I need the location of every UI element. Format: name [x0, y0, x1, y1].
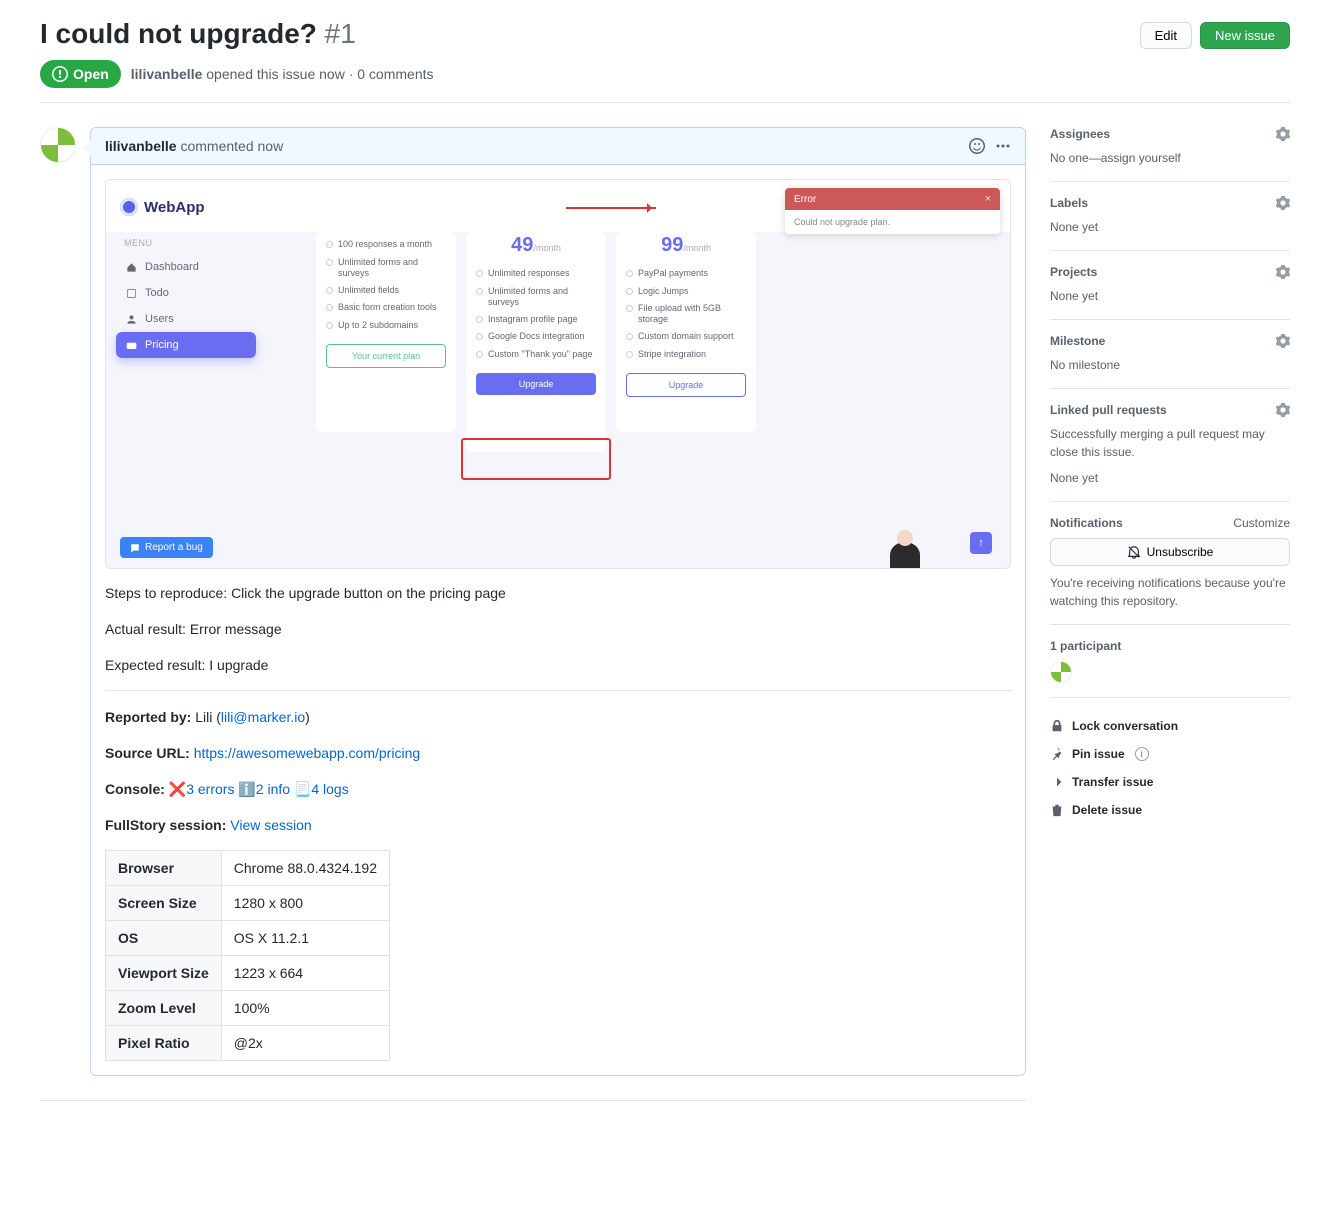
pin-issue-action[interactable]: Pin issue i [1050, 740, 1290, 768]
console-line: Console: ❌3 errors ℹ️2 info 📃4 logs [105, 779, 1011, 801]
gear-icon[interactable] [1276, 403, 1290, 417]
bell-slash-icon [1127, 545, 1141, 559]
assignees-value: No one—assign yourself [1050, 149, 1290, 167]
reported-by: Reported by: Lili (lili@marker.io) [105, 707, 1011, 729]
source-url-link[interactable]: https://awesomewebapp.com/pricing [194, 745, 420, 761]
source-url: Source URL: https://awesomewebapp.com/pr… [105, 743, 1011, 765]
report-bug-button: Report a bug [120, 537, 213, 558]
fullstory-link[interactable]: View session [230, 817, 311, 833]
state-badge: Open [40, 60, 121, 88]
lock-conversation-action[interactable]: Lock conversation [1050, 712, 1290, 740]
app-logo: WebApp [120, 198, 205, 216]
attached-screenshot[interactable]: WebApp Error× Could not upgrade plan. ME… [105, 179, 1011, 569]
participant-avatar[interactable] [1050, 661, 1072, 683]
pin-icon [1050, 747, 1064, 761]
trash-icon [1050, 803, 1064, 817]
unsubscribe-button[interactable]: Unsubscribe [1050, 538, 1290, 566]
console-info-link[interactable]: 2 info [256, 781, 290, 797]
steps-text: Steps to reproduce: Click the upgrade bu… [105, 583, 1011, 605]
lock-icon [1050, 719, 1064, 733]
milestone-value: No milestone [1050, 356, 1290, 374]
notifications-customize-link[interactable]: Customize [1233, 516, 1290, 530]
issue-meta: lilivanbelle opened this issue now · 0 c… [131, 66, 434, 82]
projects-value: None yet [1050, 287, 1290, 305]
assign-yourself-link[interactable]: assign yourself [1101, 151, 1181, 165]
author-link[interactable]: lilivanbelle [131, 66, 203, 82]
reported-email-link[interactable]: lili@marker.io [221, 709, 305, 725]
info-icon: i [1135, 747, 1149, 761]
delete-issue-action[interactable]: Delete issue [1050, 796, 1290, 824]
labels-header[interactable]: Labels [1050, 196, 1290, 210]
console-errors-link[interactable]: 3 errors [186, 781, 234, 797]
linked-pr-header[interactable]: Linked pull requests [1050, 403, 1290, 417]
new-issue-button[interactable]: New issue [1200, 22, 1290, 49]
expected-text: Expected result: I upgrade [105, 655, 1011, 677]
avatar[interactable] [40, 127, 76, 163]
plan-card: 100 responses a month Unlimited forms an… [316, 232, 456, 432]
issue-number: #1 [325, 18, 356, 49]
notifications-header: Notifications Customize [1050, 516, 1290, 530]
linked-pr-value: None yet [1050, 469, 1290, 487]
milestone-header[interactable]: Milestone [1050, 334, 1290, 348]
gear-icon[interactable] [1276, 127, 1290, 141]
transfer-issue-action[interactable]: Transfer issue [1050, 768, 1290, 796]
gear-icon[interactable] [1276, 265, 1290, 279]
plan-card: 49/month Unlimited responses Unlimited f… [466, 232, 606, 452]
kebab-icon[interactable] [995, 138, 1011, 154]
labels-value: None yet [1050, 218, 1290, 236]
comment-box: lilivanbelle commented now WebApp [90, 127, 1026, 1076]
issue-title: I could not upgrade? #1 [40, 16, 1128, 52]
gear-icon[interactable] [1276, 196, 1290, 210]
fullstory-line: FullStory session: View session [105, 815, 1011, 837]
linked-pr-desc: Successfully merging a pull request may … [1050, 425, 1290, 461]
shot-sidebar: Dashboard Todo Users Pricing [116, 254, 256, 358]
issue-open-icon [52, 66, 68, 82]
console-logs-link[interactable]: 4 logs [311, 781, 348, 797]
gear-icon[interactable] [1276, 334, 1290, 348]
env-table: BrowserChrome 88.0.4324.192 Screen Size1… [105, 850, 390, 1061]
participants-header: 1 participant [1050, 639, 1290, 653]
notifications-note: You're receiving notifications because y… [1050, 574, 1290, 610]
actual-text: Actual result: Error message [105, 619, 1011, 641]
assignees-header[interactable]: Assignees [1050, 127, 1290, 141]
edit-button[interactable]: Edit [1140, 22, 1192, 49]
plan-card: 99/month PayPal payments Logic Jumps Fil… [616, 232, 756, 432]
error-toast: Error× Could not upgrade plan. [785, 188, 1000, 234]
arrow-right-icon [1050, 775, 1064, 789]
projects-header[interactable]: Projects [1050, 265, 1290, 279]
fab-icon: ↑ [970, 532, 992, 554]
close-icon: × [985, 193, 991, 205]
comment-header: lilivanbelle commented now [105, 138, 969, 154]
annotation-arrow [566, 207, 656, 209]
comment-author[interactable]: lilivanbelle [105, 138, 177, 154]
smiley-icon[interactable] [969, 138, 985, 154]
